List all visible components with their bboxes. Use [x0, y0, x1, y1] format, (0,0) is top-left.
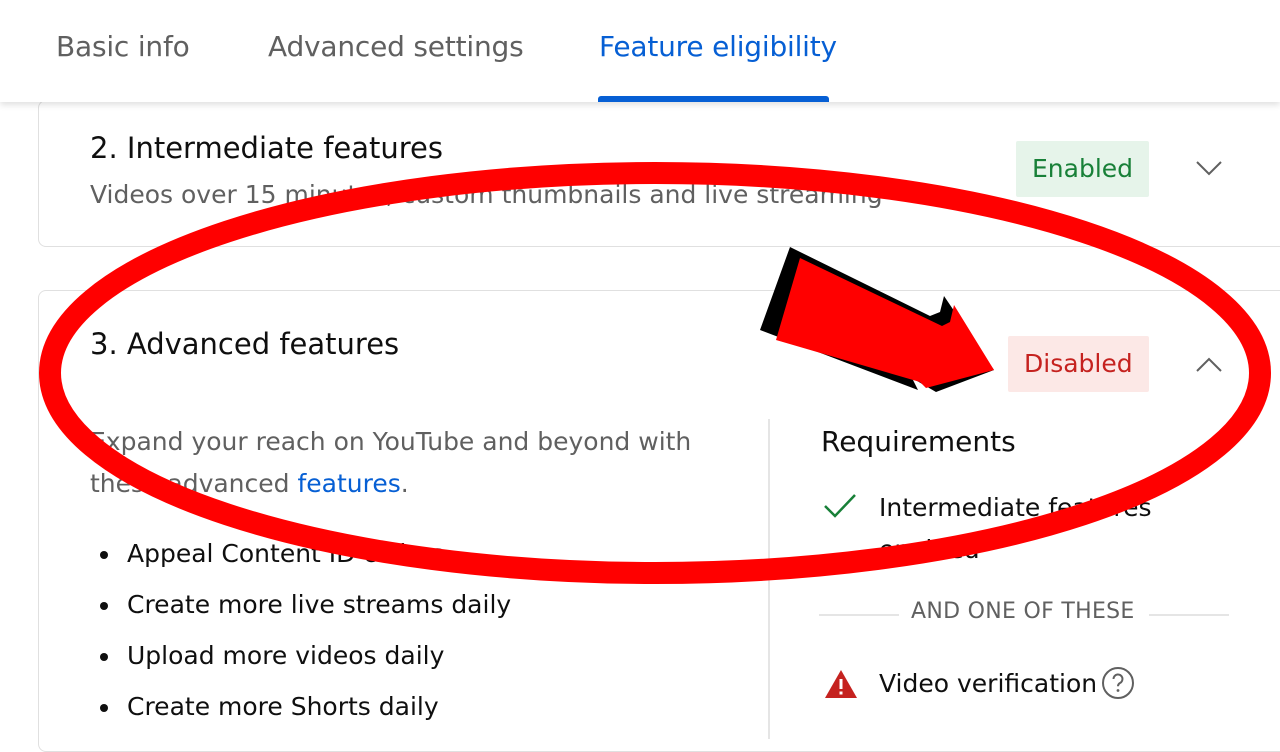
list-item: Create more Shorts daily — [100, 690, 511, 741]
description-period: . — [400, 469, 409, 498]
list-item: Appeal Content ID claims — [100, 537, 511, 588]
help-circle-icon[interactable] — [1101, 666, 1135, 700]
benefit-label: Create more live streams daily — [127, 590, 512, 619]
tab-feature-eligibility[interactable]: Feature eligibility — [599, 30, 837, 63]
benefits-list: Appeal Content ID claims Create more liv… — [100, 537, 512, 741]
active-tab-indicator — [598, 96, 829, 102]
bullet-dot — [100, 704, 108, 712]
requirement-intermediate-enabled: Intermediate features enabled — [879, 493, 1152, 564]
tab-advanced-settings[interactable]: Advanced settings — [268, 30, 524, 63]
bullet-dot — [100, 653, 108, 661]
intermediate-features-card[interactable]: 2. Intermediate features Videos over 15 … — [38, 100, 1280, 247]
requirements-title: Requirements — [821, 425, 1016, 458]
bullet-dot — [100, 551, 108, 559]
features-link[interactable]: features — [297, 469, 400, 498]
chevron-up-icon[interactable] — [1194, 355, 1224, 375]
benefit-label: Upload more videos daily — [127, 641, 445, 670]
list-item: Create more live streams daily — [100, 588, 512, 639]
separator-line-left — [819, 614, 899, 616]
intermediate-features-title: 2. Intermediate features — [90, 131, 444, 165]
bullet-dot — [100, 602, 108, 610]
tab-basic-info[interactable]: Basic info — [56, 30, 190, 63]
status-badge-disabled: Disabled — [1008, 336, 1149, 392]
separator-line-right — [1149, 614, 1229, 616]
advanced-features-description: Expand your reach on YouTube and beyond … — [90, 421, 730, 505]
warning-icon — [825, 670, 857, 698]
intermediate-features-subtitle: Videos over 15 minutes, custom thumbnail… — [90, 180, 883, 209]
separator-label: AND ONE OF THESE — [911, 599, 1135, 624]
benefit-label: Appeal Content ID claims — [127, 539, 444, 568]
benefit-label: Create more Shorts daily — [127, 692, 439, 721]
check-icon — [824, 494, 856, 518]
list-item: Upload more videos daily — [100, 639, 511, 690]
advanced-features-title: 3. Advanced features — [90, 327, 400, 361]
chevron-down-icon[interactable] — [1194, 158, 1224, 178]
column-divider — [768, 419, 770, 739]
requirements-separator: AND ONE OF THESE — [819, 599, 1229, 629]
advanced-features-card: 3. Advanced features Disabled Expand you… — [38, 290, 1280, 752]
video-verification-label: Video verification — [879, 669, 1098, 698]
status-badge-enabled: Enabled — [1016, 141, 1150, 197]
tab-bar: Basic info Advanced settings Feature eli… — [0, 0, 1280, 102]
